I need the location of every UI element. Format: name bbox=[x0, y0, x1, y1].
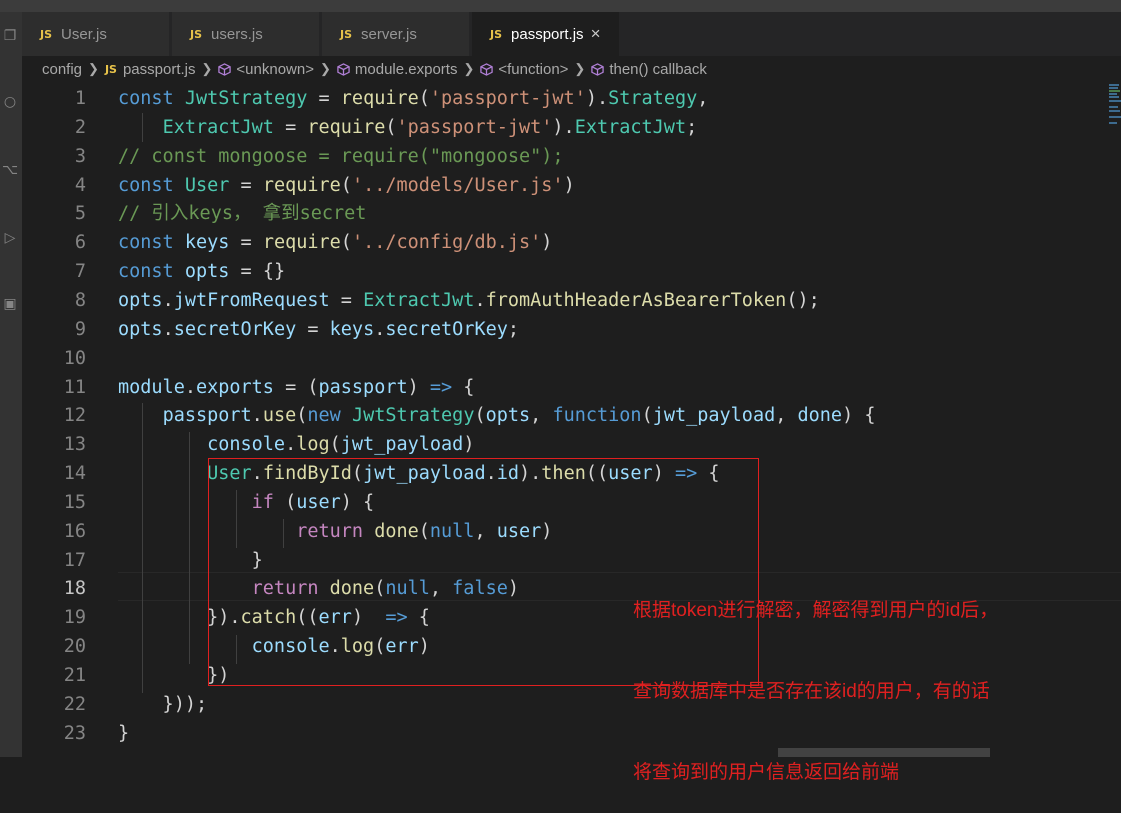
line-number: 19 bbox=[63, 607, 86, 629]
code-line[interactable]: 6 const keys = require('../config/db.js') bbox=[22, 228, 1102, 257]
breadcrumb-symbol-label: then() callback bbox=[609, 60, 707, 78]
tab-user-js[interactable]: JS User.js bbox=[22, 12, 170, 56]
js-file-icon: JS bbox=[490, 27, 503, 41]
line-number: 4 bbox=[74, 174, 86, 196]
js-file-icon: JS bbox=[104, 62, 117, 76]
tab-label: User.js bbox=[61, 25, 107, 43]
chevron-right-icon: ❯ bbox=[463, 61, 475, 76]
extensions-icon[interactable]: ▣ bbox=[2, 296, 18, 312]
code-line[interactable]: 11 module.exports = (passport) => { bbox=[22, 373, 1102, 402]
line-number: 9 bbox=[74, 318, 86, 340]
tab-server-js[interactable]: JS server.js bbox=[322, 12, 470, 56]
js-file-icon: JS bbox=[190, 27, 203, 41]
chevron-right-icon: ❯ bbox=[574, 61, 586, 76]
code-text: module.exports = (passport) => { bbox=[118, 376, 475, 398]
code-line[interactable]: 1 const JwtStrategy = require('passport-j… bbox=[22, 84, 1102, 113]
code-text: ExtractJwt = require('passport-jwt').Ext… bbox=[162, 116, 698, 138]
code-text: passport.use(new JwtStrategy(opts, funct… bbox=[162, 405, 876, 427]
code-line[interactable]: 4 const User = require('../models/User.js… bbox=[22, 171, 1102, 200]
line-number: 11 bbox=[63, 376, 86, 398]
code-text: } bbox=[118, 722, 130, 744]
code-line[interactable]: 2 ExtractJwt = require('passport-jwt').E… bbox=[22, 113, 1102, 142]
js-file-icon: JS bbox=[340, 27, 353, 41]
chevron-right-icon: ❯ bbox=[319, 61, 331, 76]
explorer-icon[interactable]: ❐ bbox=[2, 28, 18, 44]
code-line[interactable]: 10 bbox=[22, 344, 1102, 373]
line-number: 1 bbox=[74, 88, 86, 109]
line-number: 15 bbox=[63, 491, 86, 513]
horizontal-scrollbar[interactable] bbox=[778, 748, 990, 757]
tab-label: passport.js bbox=[511, 25, 584, 43]
close-icon[interactable]: × bbox=[591, 24, 601, 44]
code-text: })); bbox=[118, 693, 208, 715]
breadcrumb-symbol-label: module.exports bbox=[354, 60, 458, 78]
tab-users-js[interactable]: JS users.js bbox=[172, 12, 320, 56]
line-number: 16 bbox=[63, 520, 86, 542]
line-number: 22 bbox=[63, 693, 86, 715]
annotation-line: 根据token进行解密，解密得到用户的id后， bbox=[633, 600, 999, 621]
breadcrumb-symbol-function[interactable]: <function> bbox=[480, 61, 568, 78]
code-text: const JwtStrategy = require('passport-jw… bbox=[118, 88, 709, 109]
code-line[interactable]: 12 passport.use(new JwtStrategy(opts, fu… bbox=[22, 401, 1102, 430]
line-number: 21 bbox=[63, 665, 86, 686]
js-file-icon: JS bbox=[40, 27, 53, 41]
line-number: 20 bbox=[63, 636, 86, 658]
breadcrumb-symbol-label: <unknown> bbox=[236, 60, 314, 78]
code-line[interactable]: 13 console.log(jwt_payload) bbox=[22, 430, 1102, 459]
annotation-line: 将查询到的用户信息返回给前端 bbox=[633, 762, 900, 783]
code-text: // const mongoose = require("mongoose"); bbox=[118, 145, 564, 167]
breadcrumb-file-label: passport.js bbox=[122, 60, 196, 78]
line-number: 14 bbox=[63, 463, 86, 485]
tab-label: server.js bbox=[361, 25, 417, 43]
breadcrumb-symbol-module-exports[interactable]: module.exports bbox=[337, 60, 458, 78]
code-text: console.log(jwt_payload) bbox=[207, 434, 475, 456]
editor-tabs: JS User.js JS users.js JS server.js JS p… bbox=[22, 12, 1121, 56]
line-number: 7 bbox=[74, 261, 86, 283]
line-number: 23 bbox=[63, 722, 86, 744]
code-text: const opts = {} bbox=[118, 261, 286, 283]
line-number: 17 bbox=[63, 549, 86, 571]
line-number: 8 bbox=[74, 289, 86, 311]
code-line[interactable]: 7 const opts = {} bbox=[22, 257, 1102, 286]
line-number: 3 bbox=[74, 145, 86, 167]
code-text: const keys = require('../config/db.js') bbox=[118, 232, 553, 254]
code-line[interactable]: 9 opts.secretOrKey = keys.secretOrKey; bbox=[22, 315, 1102, 344]
symbol-method-icon bbox=[480, 62, 494, 76]
symbol-method-icon bbox=[218, 62, 232, 76]
activity-bar: ❐ ○ ⌥ ▷ ▣ bbox=[0, 12, 22, 757]
source-control-icon[interactable]: ⌥ bbox=[2, 162, 18, 178]
chevron-right-icon: ❯ bbox=[88, 61, 99, 76]
symbol-method-icon bbox=[591, 62, 605, 76]
minimap[interactable] bbox=[1108, 84, 1121, 130]
breadcrumb: config ❯ JS passport.js ❯ <unknown> ❯ mo… bbox=[22, 56, 1121, 82]
run-debug-icon[interactable]: ▷ bbox=[2, 230, 18, 246]
code-line[interactable]: 8 opts.jwtFromRequest = ExtractJwt.fromAu… bbox=[22, 286, 1102, 315]
title-bar bbox=[0, 0, 1121, 12]
annotation-text: 根据token进行解密，解密得到用户的id后， 查询数据库中是否存在该id的用户… bbox=[633, 543, 998, 813]
line-number: 13 bbox=[63, 434, 86, 456]
breadcrumb-symbol-unknown[interactable]: <unknown> bbox=[218, 61, 314, 78]
code-text: opts.secretOrKey = keys.secretOrKey; bbox=[118, 318, 520, 340]
line-number: 2 bbox=[74, 116, 86, 138]
symbol-method-icon bbox=[337, 62, 350, 76]
line-number: 6 bbox=[74, 232, 86, 254]
code-line[interactable]: 3 // const mongoose = require("mongoose")… bbox=[22, 142, 1102, 171]
line-number: 5 bbox=[74, 203, 86, 225]
breadcrumb-symbol-label: <function> bbox=[498, 60, 569, 78]
code-text: // 引入keys， 拿到secret bbox=[118, 203, 367, 225]
line-number: 12 bbox=[63, 405, 86, 427]
annotation-line: 查询数据库中是否存在该id的用户，有的话 bbox=[633, 681, 990, 702]
code-text: const User = require('../models/User.js'… bbox=[118, 174, 575, 196]
tab-label: users.js bbox=[211, 25, 263, 43]
breadcrumb-folder[interactable]: config bbox=[42, 61, 82, 78]
line-number: 10 bbox=[63, 347, 86, 369]
search-icon[interactable]: ○ bbox=[2, 94, 18, 110]
line-number: 18 bbox=[63, 578, 86, 600]
code-line[interactable]: 5 // 引入keys， 拿到secret bbox=[22, 199, 1102, 228]
tab-passport-js[interactable]: JS passport.js × bbox=[472, 12, 620, 56]
chevron-right-icon: ❯ bbox=[201, 61, 213, 76]
code-text: opts.jwtFromRequest = ExtractJwt.fromAut… bbox=[118, 289, 820, 311]
breadcrumb-file[interactable]: JS passport.js bbox=[105, 61, 196, 78]
breadcrumb-symbol-then-callback[interactable]: then() callback bbox=[591, 61, 707, 78]
